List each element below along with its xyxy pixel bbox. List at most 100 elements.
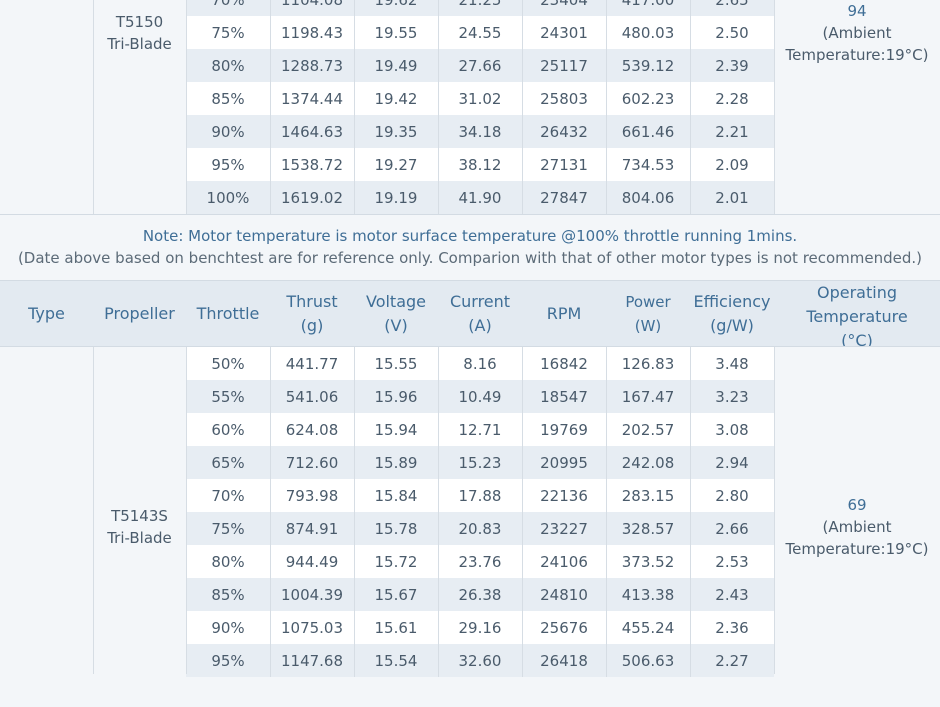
divider (522, 512, 523, 545)
divider (606, 380, 607, 413)
header-throttle: Throttle (196, 303, 260, 323)
divider (606, 115, 607, 148)
current-cell: 41.90 (458, 188, 502, 207)
divider (606, 347, 607, 380)
divider (522, 545, 523, 578)
divider (606, 16, 607, 49)
propeller-name: T5143S (111, 507, 168, 525)
rpm-cell: 23404 (522, 0, 606, 16)
divider (522, 82, 523, 115)
efficiency-cell: 2.36 (715, 618, 749, 637)
current-cell: 20.83 (458, 519, 502, 538)
current-cell: 21.25 (438, 0, 522, 16)
rpm-cell: 19769 (540, 420, 588, 439)
divider (690, 545, 691, 578)
divider (690, 644, 691, 677)
divider (690, 49, 691, 82)
divider (690, 16, 691, 49)
propeller-name-cell: T5150 Tri-Blade (93, 0, 186, 65)
throttle-cell: 70% (211, 486, 245, 505)
rpm-cell: 26432 (540, 122, 588, 141)
rpm-cell: 24106 (540, 552, 588, 571)
efficiency-cell: 2.01 (715, 188, 749, 207)
header-current: Current (A) (449, 291, 511, 335)
thrust-cell: 1619.02 (280, 188, 344, 207)
note-line-1: Note: Motor temperature is motor surface… (142, 227, 798, 245)
voltage-cell: 19.19 (374, 188, 418, 207)
current-cell: 34.18 (458, 122, 502, 141)
rpm-cell: 20995 (540, 453, 588, 472)
divider (186, 0, 187, 214)
header-type: Type (28, 303, 65, 323)
voltage-cell: 15.55 (374, 354, 418, 373)
propeller-type: Tri-Blade (107, 34, 172, 53)
divider (270, 49, 271, 82)
divider (354, 82, 355, 115)
divider (354, 148, 355, 181)
power-cell: 539.12 (621, 56, 675, 75)
power-cell: 455.24 (621, 618, 675, 637)
voltage-cell: 19.62 (354, 0, 438, 16)
divider (690, 611, 691, 644)
throttle-cell: 55% (211, 387, 245, 406)
divider (354, 49, 355, 82)
current-cell: 27.66 (458, 56, 502, 75)
divider (438, 148, 439, 181)
divider (270, 0, 271, 16)
divider (438, 413, 439, 446)
power-cell: 328.57 (621, 519, 675, 538)
divider (270, 82, 271, 115)
divider (522, 148, 523, 181)
divider (438, 446, 439, 479)
throttle-cell: 65% (211, 453, 245, 472)
divider (522, 115, 523, 148)
divider (522, 347, 523, 380)
voltage-cell: 15.54 (374, 651, 418, 670)
rpm-cell: 18547 (540, 387, 588, 406)
voltage-cell: 19.35 (374, 122, 418, 141)
current-cell: 10.49 (458, 387, 502, 406)
rpm-cell: 25117 (540, 56, 588, 75)
rpm-cell: 25803 (540, 89, 588, 108)
header-operating-temperature: Operating Temperature (°C) (806, 283, 908, 347)
throttle-cell: 95% (211, 651, 245, 670)
current-cell: 8.16 (463, 354, 497, 373)
propeller-type: Tri-Blade (107, 529, 172, 547)
power-cell: 242.08 (621, 453, 675, 472)
divider (606, 148, 607, 181)
divider (690, 479, 691, 512)
divider (690, 148, 691, 181)
throttle-cell: 85% (211, 585, 245, 604)
thrust-cell: 1374.44 (280, 89, 344, 108)
efficiency-cell: 2.65 (690, 0, 774, 16)
divider (354, 380, 355, 413)
throttle-cell: 85% (211, 89, 245, 108)
efficiency-cell: 3.48 (715, 354, 749, 373)
divider (606, 578, 607, 611)
efficiency-cell: 2.43 (715, 585, 749, 604)
divider (438, 479, 439, 512)
divider (522, 446, 523, 479)
divider (270, 115, 271, 148)
power-cell: 602.23 (621, 89, 675, 108)
divider (606, 644, 607, 677)
divider (438, 611, 439, 644)
efficiency-cell: 2.39 (715, 56, 749, 75)
divider (522, 611, 523, 644)
thrust-cell: 624.08 (285, 420, 339, 439)
voltage-cell: 19.55 (374, 23, 418, 42)
divider (354, 611, 355, 644)
thrust-cell: 793.98 (285, 486, 339, 505)
divider (522, 479, 523, 512)
temperature-value: 69 (847, 496, 867, 514)
throttle-cell: 50% (211, 354, 245, 373)
divider (93, 0, 94, 214)
divider (522, 413, 523, 446)
rpm-cell: 25676 (540, 618, 588, 637)
throttle-cell: 75% (211, 519, 245, 538)
current-cell: 32.60 (458, 651, 502, 670)
divider (438, 512, 439, 545)
header-power: Power (W) (625, 292, 671, 335)
divider (354, 446, 355, 479)
efficiency-cell: 2.21 (715, 122, 749, 141)
